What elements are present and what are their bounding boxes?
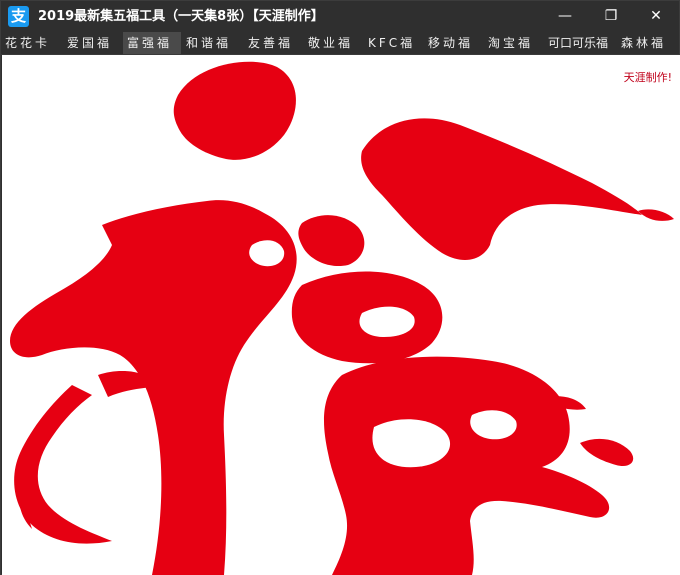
menu-item-senlin-fu[interactable]: 森林福 <box>621 32 677 54</box>
alipay-icon: 支 <box>8 6 29 27</box>
menu-item-yidong-fu[interactable]: 移动福 <box>428 32 484 54</box>
fu-display-area: 天涯制作! <box>2 55 680 575</box>
menu-item-kfc-fu[interactable]: KFC福 <box>368 32 424 54</box>
minimize-button[interactable]: — <box>542 1 588 32</box>
menu-item-hexie-fu[interactable]: 和谐福 <box>186 32 242 54</box>
menu-item-jingye-fu[interactable]: 敬业福 <box>308 32 364 54</box>
app-window: 支 2019最新集五福工具（一天集8张）【天涯制作】 — ❐ ✕ 花花卡 爱国福… <box>0 0 680 575</box>
menu-bar: 花花卡 爱国福 富强福 和谐福 友善福 敬业福 KFC福 移动福 淘宝福 可口可… <box>1 32 679 55</box>
menu-item-fuqiang-fu[interactable]: 富强福 <box>123 32 181 54</box>
fu-calligraphy-icon <box>10 61 674 575</box>
window-title: 2019最新集五福工具（一天集8张）【天涯制作】 <box>38 9 324 24</box>
menu-item-aiguo-fu[interactable]: 爱国福 <box>67 32 121 54</box>
menu-item-huahua-card[interactable]: 花花卡 <box>5 32 61 54</box>
menu-item-youshan-fu[interactable]: 友善福 <box>248 32 304 54</box>
maximize-button[interactable]: ❐ <box>588 1 634 32</box>
menu-item-taobao-fu[interactable]: 淘宝福 <box>488 32 544 54</box>
title-bar[interactable]: 支 2019最新集五福工具（一天集8张）【天涯制作】 — ❐ ✕ <box>1 1 679 32</box>
close-button[interactable]: ✕ <box>633 1 679 32</box>
menu-item-cocacola-fu[interactable]: 可口可乐福 <box>548 32 614 54</box>
